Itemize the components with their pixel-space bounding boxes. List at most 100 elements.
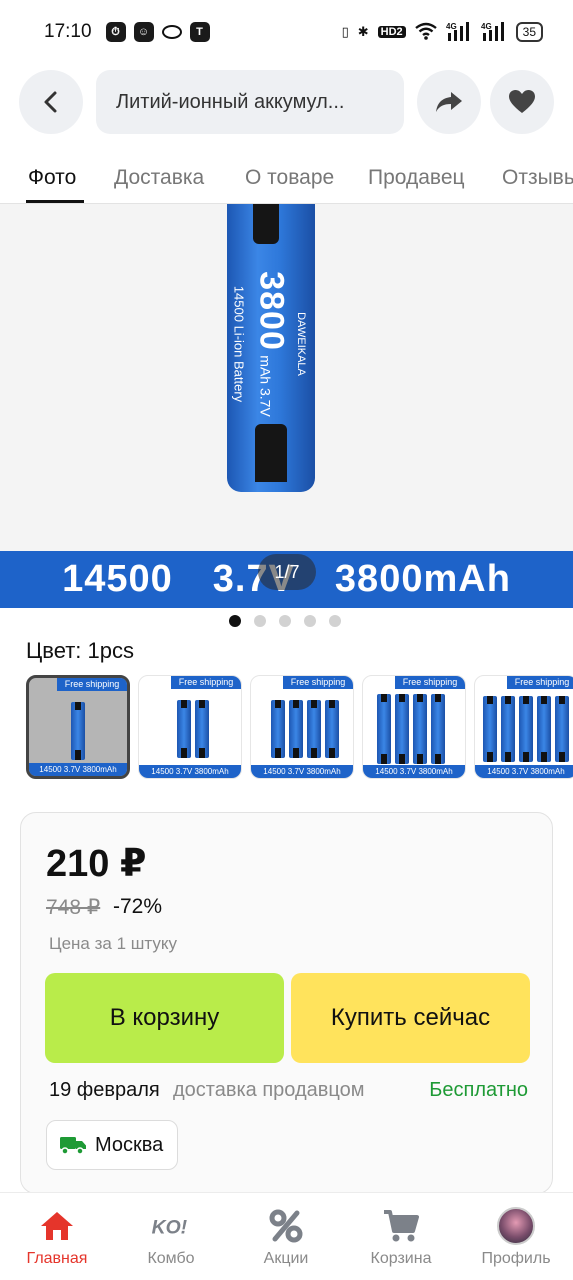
battery-capacity-text: 3800 [252, 271, 291, 351]
search-field[interactable]: Литий-ионный аккумул... [96, 70, 404, 134]
add-to-cart-button[interactable]: В корзину [45, 973, 284, 1063]
tab-seller[interactable]: Продавец [368, 166, 465, 190]
share-button[interactable] [417, 70, 481, 134]
avatar [497, 1207, 535, 1245]
thumb-caption: 14500 3.7V 3800mAh [475, 765, 573, 778]
variant-thumb-8pcs[interactable]: Free shipping 14500 3.7V 3800mAh [362, 675, 466, 779]
nav-cart[interactable]: Корзина [344, 1193, 458, 1280]
delivery-price: Бесплатно [429, 1079, 528, 1101]
search-text: Литий-ионный аккумул... [116, 90, 345, 113]
tab-delivery[interactable]: Доставка [114, 166, 204, 190]
photo-counter: 1/7 [258, 554, 316, 590]
battery-image: 3800 mAh 3.7V DAWEIKALA 14500 Li-ion Bat… [227, 204, 315, 492]
share-arrow-icon [436, 92, 462, 112]
nav-cart-label: Корзина [370, 1250, 432, 1267]
gallery-dot[interactable] [254, 615, 266, 627]
thumb-ship-badge: Free shipping [171, 676, 241, 689]
wifi-icon [414, 22, 437, 43]
thumb-caption: 14500 3.7V 3800mAh [251, 765, 353, 778]
variant-thumb-2pcs[interactable]: Free shipping 14500 3.7V 3800mAh [138, 675, 242, 779]
loop-app-icon [161, 25, 182, 39]
t-app-icon: T [189, 22, 210, 42]
gallery-dot[interactable] [229, 615, 241, 627]
variant-thumb-10pcs[interactable]: Free shipping 14500 3.7V 3800mAh [474, 675, 573, 779]
thumb-ship-badge: Free shipping [507, 676, 573, 689]
thumb-battery [413, 694, 427, 764]
heart-icon [509, 90, 535, 113]
thumb-caption: 14500 3.7V 3800mAh [29, 763, 127, 776]
thumb-battery [483, 696, 497, 762]
clock-app-icon: ⏱ [105, 22, 126, 42]
thumb-battery [177, 700, 191, 758]
buy-now-button[interactable]: Купить сейчас [291, 973, 530, 1063]
status-bar: 17:10 ⏱ ☺ T ▯ ✱ HD2 4G 4G 35 [0, 0, 573, 64]
thumb-battery [395, 694, 409, 764]
thumb-caption: 14500 3.7V 3800mAh [139, 765, 241, 778]
thumb-battery [71, 702, 85, 760]
combo-icon: KO! [151, 1207, 191, 1245]
gallery-dot[interactable] [279, 615, 291, 627]
nav-combo[interactable]: KO! Комбо [114, 1193, 228, 1280]
tab-about[interactable]: О товаре [245, 166, 334, 190]
thumb-battery [519, 696, 533, 762]
old-price: 748 ₽ [46, 896, 101, 919]
nav-home[interactable]: Главная [0, 1193, 114, 1280]
tab-indicator [26, 200, 84, 203]
combo-icon-text: KO! [152, 1216, 188, 1238]
battery-brand-text: DAWEIKALA [295, 312, 307, 376]
discount-badge: -72% [113, 895, 163, 918]
signal-2-icon: 4G [481, 21, 507, 44]
profile-avatar-wrap [496, 1207, 536, 1245]
tab-photo[interactable]: Фото [28, 166, 76, 190]
city-selector[interactable]: Москва [46, 1120, 179, 1170]
back-button[interactable] [19, 70, 83, 134]
thumb-battery [195, 700, 209, 758]
variant-thumb-4pcs[interactable]: Free shipping 14500 3.7V 3800mAh [250, 675, 354, 779]
thumb-battery [307, 700, 321, 758]
battery-spec-text: mAh 3.7V [257, 355, 274, 417]
thumb-ship-badge: Free shipping [283, 676, 353, 689]
color-option-label: Цвет: 1pcs [26, 638, 134, 663]
bottom-nav: Главная KO! Комбо Акции Корзина Профиль [0, 1192, 573, 1280]
current-price: 210 ₽ [46, 843, 147, 885]
battery-wrap-top [253, 204, 279, 244]
delivery-method: доставка продавцом [173, 1079, 365, 1101]
home-icon [37, 1207, 77, 1245]
gallery-dot[interactable] [329, 615, 341, 627]
battery-capacity-label: 3800 mAh 3.7V [252, 271, 291, 417]
gallery-dot[interactable] [304, 615, 316, 627]
banner-model: 14500 [62, 558, 173, 600]
thumb-battery [501, 696, 515, 762]
city-name: Москва [95, 1133, 164, 1156]
favorite-button[interactable] [490, 70, 554, 134]
hd-icon: HD2 [377, 26, 406, 38]
percent-icon [266, 1207, 306, 1245]
variant-thumb-1pcs[interactable]: Free shipping 14500 3.7V 3800mAh [26, 675, 130, 779]
thumb-battery [271, 700, 285, 758]
nav-profile[interactable]: Профиль [459, 1193, 573, 1280]
thumb-battery [377, 694, 391, 764]
product-photo[interactable]: 3800 mAh 3.7V DAWEIKALA 14500 Li-ion Bat… [0, 204, 573, 608]
top-bar: Литий-ионный аккумул... [0, 70, 573, 134]
thumb-battery [325, 700, 339, 758]
tab-reviews[interactable]: Отзывы [502, 166, 573, 190]
nav-promo-label: Акции [263, 1250, 309, 1267]
thumb-battery [555, 696, 569, 762]
chevron-left-icon [44, 91, 57, 113]
delivery-date: 19 февраля [49, 1079, 160, 1101]
price-card: 210 ₽ 748 ₽ -72% Цена за 1 штуку В корзи… [20, 812, 553, 1194]
section-tabs: Фото Доставка О товаре Продавец Отзывы [0, 156, 573, 204]
thumb-battery [537, 696, 551, 762]
nav-promo[interactable]: Акции [229, 1193, 343, 1280]
banner-capacity: 3800mAh [334, 558, 511, 600]
battery-wrap-bottom [255, 424, 287, 482]
status-time: 17:10 [44, 21, 92, 42]
gallery-dots [229, 615, 341, 627]
thumb-battery [431, 694, 445, 764]
bluetooth-icon: ✱ [357, 24, 369, 39]
signal-1-label: 4G [446, 22, 457, 31]
thumb-ship-badge: Free shipping [57, 678, 127, 691]
variant-thumbnails: Free shipping 14500 3.7V 3800mAh Free sh… [26, 675, 573, 779]
nav-profile-label: Профиль [481, 1250, 551, 1267]
battery-indicator: 35 [515, 22, 543, 42]
